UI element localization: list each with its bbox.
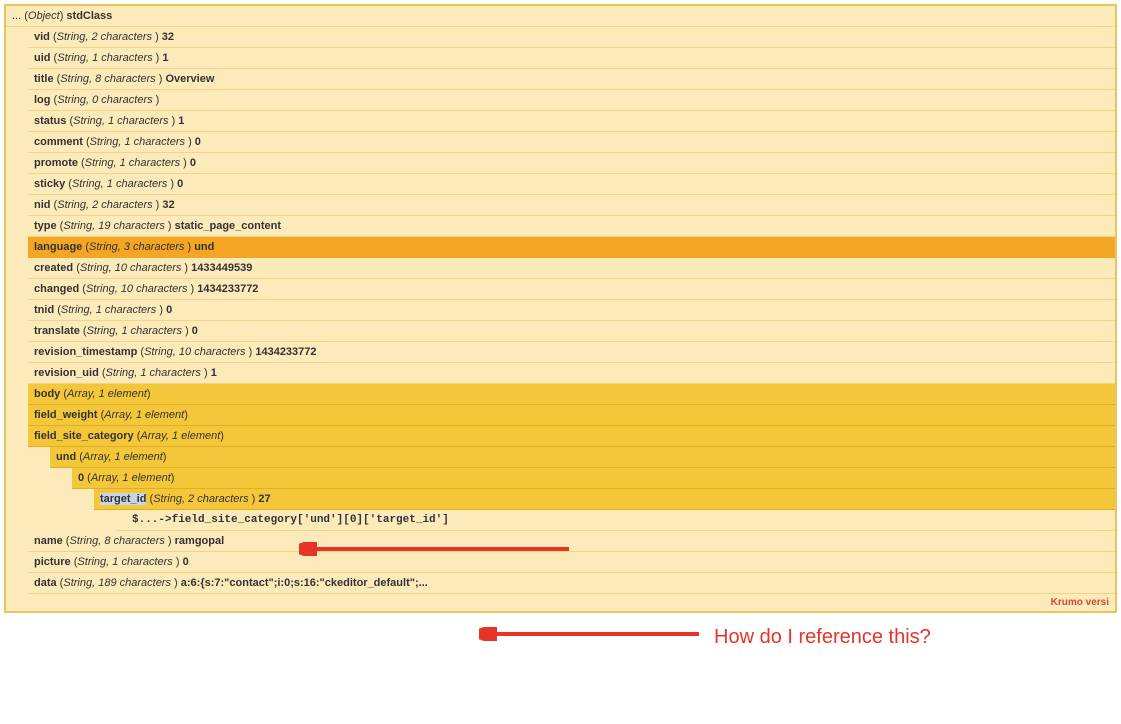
property-key: nid xyxy=(34,199,51,211)
property-value: 0 xyxy=(190,157,196,169)
property-value: 32 xyxy=(162,199,174,211)
property-key: field_weight xyxy=(34,409,98,421)
property-row-body[interactable]: body (Array, 1 element) xyxy=(28,384,1115,405)
property-type: String, 1 characters xyxy=(72,178,167,190)
property-value: static_page_content xyxy=(175,220,281,232)
property-value: 1434233772 xyxy=(255,346,316,358)
krumo-footer: Krumo versi xyxy=(6,594,1115,611)
property-type: String, 8 characters xyxy=(69,535,164,547)
property-row-language[interactable]: language (String, 3 characters ) und xyxy=(28,237,1115,258)
property-value: 0 xyxy=(183,556,189,568)
target-id-row[interactable]: target_id (String, 2 characters ) 27 xyxy=(94,489,1115,510)
property-type: String, 0 characters xyxy=(57,94,152,106)
property-type: String, 1 characters xyxy=(106,367,201,379)
root-object-row[interactable]: ... (Object) stdClass xyxy=(6,6,1115,27)
property-type: String, 8 characters xyxy=(60,73,155,85)
property-row-type[interactable]: type (String, 19 characters ) static_pag… xyxy=(28,216,1115,237)
property-row-status[interactable]: status (String, 1 characters ) 1 xyxy=(28,111,1115,132)
und-row[interactable]: und (Array, 1 element) xyxy=(50,447,1115,468)
property-key: body xyxy=(34,388,60,400)
property-value: 0 xyxy=(195,136,201,148)
property-row-promote[interactable]: promote (String, 1 characters ) 0 xyxy=(28,153,1115,174)
property-row-log[interactable]: log (String, 0 characters ) xyxy=(28,90,1115,111)
property-key: uid xyxy=(34,52,51,64)
property-type: String, 1 characters xyxy=(77,556,172,568)
property-row-translate[interactable]: translate (String, 1 characters ) 0 xyxy=(28,321,1115,342)
property-type: String, 189 characters xyxy=(63,577,171,589)
property-key: title xyxy=(34,73,54,85)
property-key: type xyxy=(34,220,57,232)
property-key: data xyxy=(34,577,57,589)
object-properties: vid (String, 2 characters ) 32uid (Strin… xyxy=(28,27,1115,594)
index-0-row[interactable]: 0 (Array, 1 element) xyxy=(72,468,1115,489)
property-type: String, 1 characters xyxy=(90,136,185,148)
property-value: 1 xyxy=(211,367,217,379)
property-value: 0 xyxy=(192,325,198,337)
reference-path: $...->field_site_category['und'][0]['tar… xyxy=(116,510,1115,531)
property-row-comment[interactable]: comment (String, 1 characters ) 0 xyxy=(28,132,1115,153)
annotation-text: How do I reference this? xyxy=(714,626,931,649)
property-key: comment xyxy=(34,136,83,148)
property-type: String, 1 characters xyxy=(87,325,182,337)
property-row-uid[interactable]: uid (String, 1 characters ) 1 xyxy=(28,48,1115,69)
property-row-vid[interactable]: vid (String, 2 characters ) 32 xyxy=(28,27,1115,48)
property-key: sticky xyxy=(34,178,65,190)
property-type: String, 2 characters xyxy=(57,199,152,211)
property-key: revision_timestamp xyxy=(34,346,137,358)
property-key: name xyxy=(34,535,63,547)
property-row-title[interactable]: title (String, 8 characters ) Overview xyxy=(28,69,1115,90)
annotation-arrow-2 xyxy=(479,627,709,641)
property-value: a:6:{s:7:"contact";i:0;s:16:"ckeditor_de… xyxy=(181,577,428,589)
property-key: language xyxy=(34,241,82,253)
property-value: Overview xyxy=(165,73,214,85)
property-key: promote xyxy=(34,157,78,169)
property-key: vid xyxy=(34,31,50,43)
property-type: String, 10 characters xyxy=(86,283,188,295)
property-type: Array, 1 element xyxy=(67,388,147,400)
property-row-revision_uid[interactable]: revision_uid (String, 1 characters ) 1 xyxy=(28,363,1115,384)
property-type: String, 1 characters xyxy=(57,52,152,64)
property-key: tnid xyxy=(34,304,54,316)
property-key: created xyxy=(34,262,73,274)
property-type: String, 3 characters xyxy=(89,241,184,253)
property-type: String, 19 characters xyxy=(63,220,165,232)
property-value: 32 xyxy=(162,31,174,43)
property-row-sticky[interactable]: sticky (String, 1 characters ) 0 xyxy=(28,174,1115,195)
property-row-changed[interactable]: changed (String, 10 characters ) 1434233… xyxy=(28,279,1115,300)
property-key: revision_uid xyxy=(34,367,99,379)
property-row-created[interactable]: created (String, 10 characters ) 1433449… xyxy=(28,258,1115,279)
property-type: String, 10 characters xyxy=(144,346,246,358)
property-row-tnid[interactable]: tnid (String, 1 characters ) 0 xyxy=(28,300,1115,321)
property-key: picture xyxy=(34,556,71,568)
property-row-revision_timestamp[interactable]: revision_timestamp (String, 10 character… xyxy=(28,342,1115,363)
property-key: log xyxy=(34,94,51,106)
property-value: und xyxy=(194,241,214,253)
property-value: 1434233772 xyxy=(197,283,258,295)
property-type: String, 1 characters xyxy=(61,304,156,316)
property-row-data[interactable]: data (String, 189 characters ) a:6:{s:7:… xyxy=(28,573,1115,594)
property-value: 0 xyxy=(166,304,172,316)
krumo-root: ... (Object) stdClass vid (String, 2 cha… xyxy=(4,4,1117,613)
property-value: 1433449539 xyxy=(191,262,252,274)
property-row-field_weight[interactable]: field_weight (Array, 1 element) xyxy=(28,405,1115,426)
property-type: Array, 1 element xyxy=(104,409,184,421)
property-value: 1 xyxy=(178,115,184,127)
property-value: ramgopal xyxy=(175,535,225,547)
property-row-name[interactable]: name (String, 8 characters ) ramgopal xyxy=(28,531,1115,552)
property-key: translate xyxy=(34,325,80,337)
property-row-picture[interactable]: picture (String, 1 characters ) 0 xyxy=(28,552,1115,573)
property-key: changed xyxy=(34,283,79,295)
property-row-nid[interactable]: nid (String, 2 characters ) 32 xyxy=(28,195,1115,216)
property-type: String, 2 characters xyxy=(57,31,152,43)
property-type: String, 1 characters xyxy=(73,115,168,127)
property-value: 0 xyxy=(177,178,183,190)
field-site-category-row[interactable]: field_site_category (Array, 1 element) xyxy=(28,426,1115,447)
property-type: String, 10 characters xyxy=(80,262,182,274)
property-value: 1 xyxy=(162,52,168,64)
property-type: String, 1 characters xyxy=(85,157,180,169)
property-key: status xyxy=(34,115,66,127)
